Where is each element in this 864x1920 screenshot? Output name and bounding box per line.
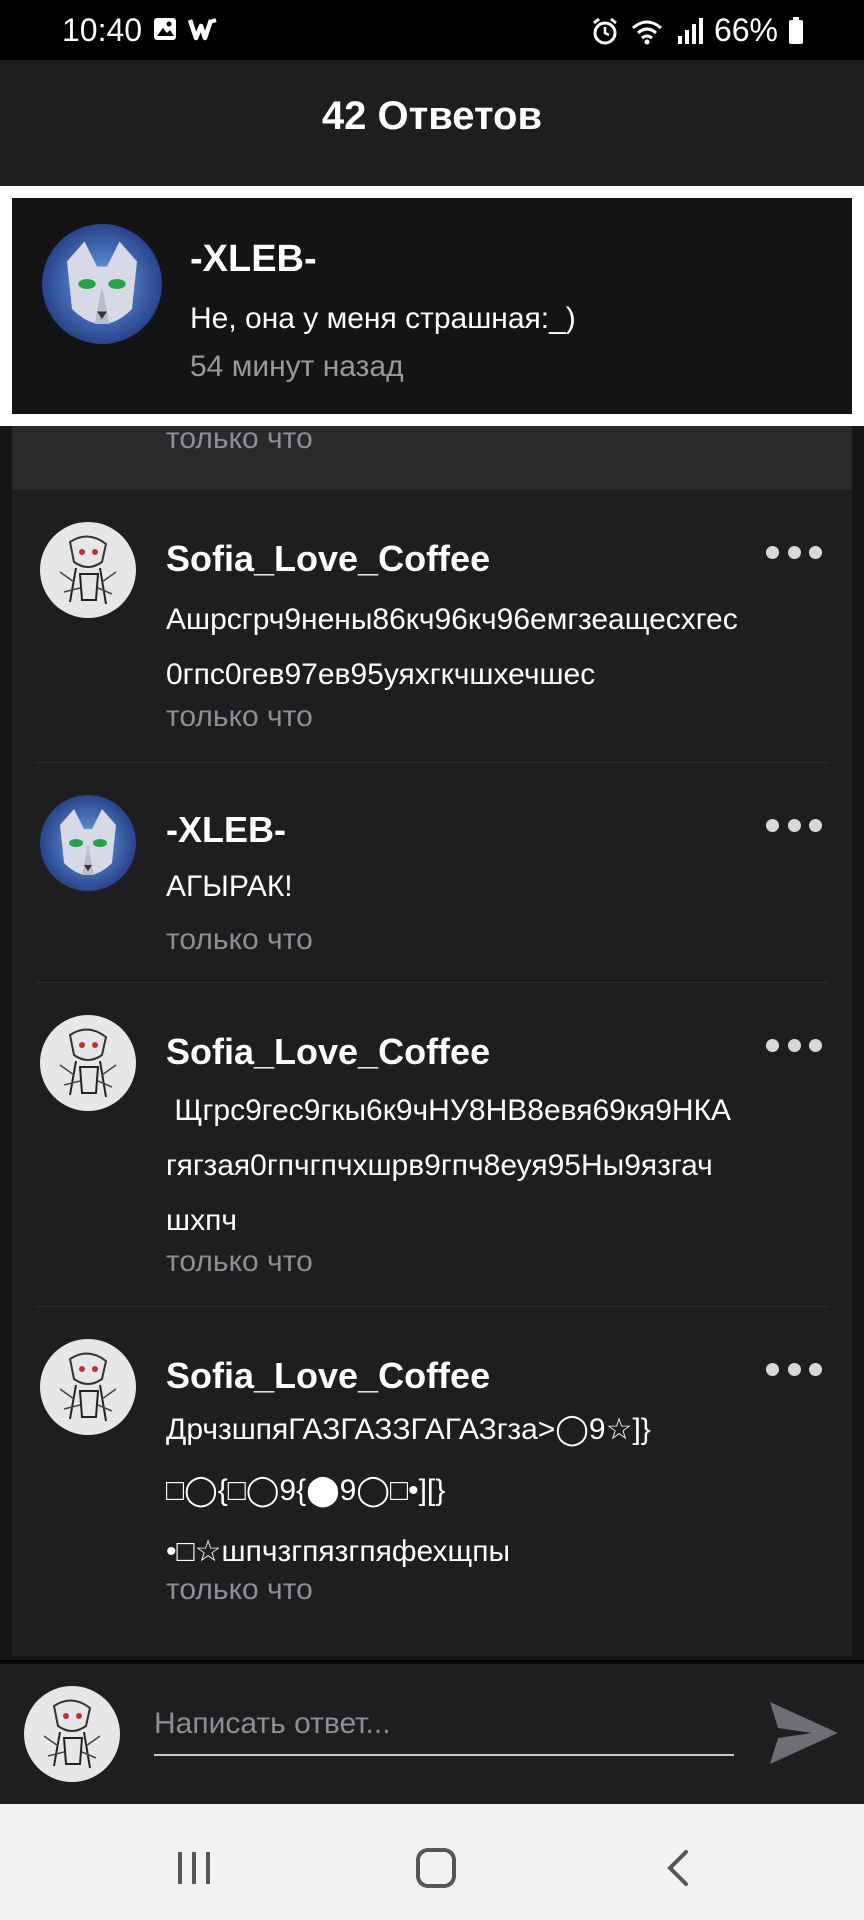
status-left-icons (152, 16, 218, 42)
sketch-avatar-icon (40, 1015, 136, 1111)
comment-time: только что (166, 700, 313, 733)
comment-author[interactable]: Sofia_Love_Coffee (166, 1031, 490, 1073)
comment-item[interactable]: Sofia_Love_Coffee Щгрс9гес9гкы6к9чНУ8НВ8… (12, 983, 852, 1307)
comment-text: Не, она у меня страшная:_) (190, 302, 576, 335)
status-right-icons: 66% (590, 12, 804, 49)
comment-time: только что (166, 422, 313, 455)
recent-apps-button[interactable] (164, 1838, 224, 1898)
comment-author[interactable]: Sofia_Love_Coffee (166, 538, 490, 580)
comment-item[interactable]: -XLEB- АГЫРАК! только что (12, 763, 852, 983)
more-options-icon[interactable] (766, 1357, 822, 1381)
avatar[interactable] (40, 795, 136, 891)
comment-line: Щгрс9гес9гкы6к9чНУ8НВ8евя69кя9НКА (166, 1094, 732, 1127)
send-icon (770, 1702, 838, 1764)
comment-text: АГЫРАК! (166, 859, 838, 914)
alarm-icon (593, 17, 617, 44)
comment-line: АГЫРАК! (166, 870, 293, 903)
reply-bar (0, 1662, 864, 1804)
comment-line: ДрчзшпяГАЗГАЗЗГАГАЗгза>◯9☆]} (166, 1413, 651, 1446)
home-button[interactable] (406, 1838, 466, 1898)
comment-time: 54 минут назад (190, 350, 404, 383)
comment-text: ДрчзшпяГАЗГАЗЗГАГАЗгза>◯9☆]} □◯{□◯9{⬤9◯□… (166, 1399, 838, 1582)
comment-time: только что (166, 923, 313, 956)
comment-line: Ашрсгрч9нены86кч96кч96емгзеащесхгес (166, 603, 738, 636)
status-bar: 10:40 66% (0, 0, 864, 60)
highlighted-comment-frame: -XLEB- Не, она у меня страшная:_) 54 мин… (0, 186, 864, 426)
avatar[interactable] (42, 224, 162, 344)
sketch-avatar-icon (40, 522, 136, 618)
comment-line: гягзая0гпчгпчхшрв9гпч8еуя95Ны9язгач (166, 1149, 713, 1182)
signal-icon (677, 17, 703, 44)
comment-line: шхпч (166, 1204, 237, 1237)
w-icon (188, 18, 217, 41)
comment-author[interactable]: -XLEB- (166, 809, 286, 851)
avatar[interactable] (40, 1015, 136, 1111)
status-time: 10:40 (62, 12, 143, 48)
home-icon (416, 1848, 456, 1888)
more-options-icon[interactable] (766, 1033, 822, 1057)
comment-line: 0гпс0гев97ев95уяхгкчшхечшес (166, 658, 596, 691)
comment-author[interactable]: Sofia_Love_Coffee (166, 1355, 490, 1397)
sketch-avatar-icon (24, 1686, 120, 1782)
wolf-avatar-icon (42, 224, 162, 344)
recent-apps-icon (178, 1852, 210, 1884)
more-options-icon[interactable] (766, 813, 822, 837)
comment-line: □◯{□◯9{⬤9◯□•][} (166, 1474, 446, 1507)
comment-text: Ашрсгрч9нены86кч96кч96емгзеащесхгес 0гпс… (166, 592, 838, 702)
comment-item[interactable]: Sofia_Love_Coffee ДрчзшпяГАЗГАЗЗГАГАЗгза… (12, 1307, 852, 1637)
avatar (24, 1686, 120, 1782)
wifi-icon (631, 20, 662, 44)
reply-input[interactable] (154, 1694, 734, 1756)
comment-author[interactable]: -XLEB- (190, 238, 317, 281)
sketch-avatar-icon (40, 1339, 136, 1435)
comment-item[interactable]: Sofia_Love_Coffee Ашрсгрч9нены86кч96кч96… (12, 490, 852, 762)
avatar[interactable] (40, 1339, 136, 1435)
send-button[interactable] (768, 1700, 840, 1766)
system-nav-bar (0, 1804, 864, 1920)
battery-icon (789, 16, 803, 44)
more-options-icon[interactable] (766, 540, 822, 564)
back-icon (667, 1850, 688, 1886)
replies-header: 42 Ответов (0, 60, 864, 186)
page-title: 42 Ответов (321, 94, 543, 138)
highlighted-comment[interactable]: -XLEB- Не, она у меня страшная:_) 54 мин… (12, 198, 852, 414)
comment-time: только что (166, 1245, 313, 1278)
back-button[interactable] (648, 1838, 708, 1898)
comment-time: только что (166, 1573, 313, 1606)
wolf-avatar-icon (40, 795, 136, 891)
battery-percent: 66% (713, 12, 778, 48)
image-icon (154, 18, 176, 40)
comment-text: Щгрс9гес9гкы6к9чНУ8НВ8евя69кя9НКА гягзая… (166, 1083, 838, 1248)
avatar[interactable] (40, 522, 136, 618)
